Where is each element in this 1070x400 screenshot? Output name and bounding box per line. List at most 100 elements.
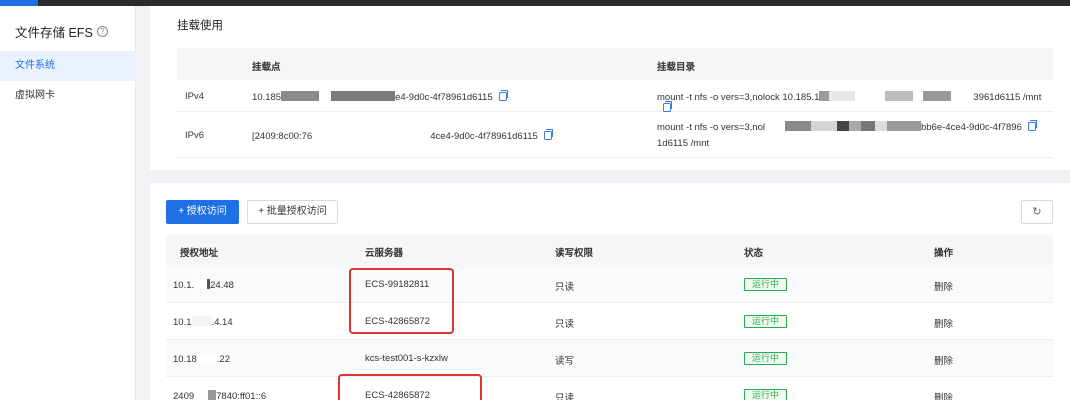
- server-link[interactable]: ECS-42865872: [365, 316, 430, 327]
- status-badge: 运行中: [744, 352, 788, 365]
- redaction-mask: [281, 91, 320, 101]
- redaction-mask: [312, 130, 431, 140]
- perm-value: 只读: [555, 393, 575, 400]
- auth-addr-prefix: 10.1.: [173, 280, 195, 291]
- mount-panel: 挂载使用 挂载点 挂载目录 IPv4 10.185 e4-9d0c-4f78961…: [150, 6, 1070, 170]
- redaction-mask: [951, 91, 974, 101]
- ip-type: IPv6: [185, 130, 205, 141]
- sidebar: 文件存储 EFS ? 文件系统 虚拟网卡: [0, 6, 136, 400]
- mount-point: 10.185 e4-9d0c-4f78961d6115: [252, 90, 508, 103]
- delete-link[interactable]: 删除: [934, 279, 953, 293]
- status-badge-text: 运行中: [744, 315, 788, 328]
- mount-point: [2409:8c00:76 4ce4-9d0c-4f78961d6115: [252, 129, 553, 142]
- table-row: 10.18 .22 kcs-test001-s-kzxlw 读写 运行中 删除: [166, 340, 1053, 377]
- copy-icon[interactable]: [663, 101, 672, 112]
- copy-icon[interactable]: [498, 90, 508, 101]
- redaction-mask: [319, 91, 332, 101]
- mount-dir-prefix: mount -t nfs -o vers=3,nolock 10.185.1: [657, 92, 820, 103]
- status-badge: 运行中: [744, 389, 788, 400]
- redaction-mask: [194, 390, 209, 400]
- auth-addr: 10.18 .22: [173, 353, 230, 365]
- redaction-mask: [885, 91, 914, 101]
- redaction-mask: [913, 91, 924, 101]
- auth-addr-prefix: 10.18: [173, 354, 197, 365]
- auth-addr-prefix: 10.1: [173, 317, 192, 328]
- auth-addr: 10.1. 24.48: [173, 279, 234, 291]
- redaction-mask: [836, 121, 849, 131]
- status-badge-text: 运行中: [744, 389, 788, 400]
- mount-dir-prefix: mount -t nfs -o vers=3,nol: [657, 122, 765, 133]
- perm-value: 只读: [555, 319, 575, 330]
- refresh-button[interactable]: ↻: [1021, 200, 1053, 224]
- header-status: 状态: [744, 248, 764, 259]
- mount-point-suffix: e4-9d0c-4f78961d6115: [395, 92, 493, 103]
- sidebar-item-label: 虚拟网卡: [15, 90, 55, 101]
- redaction-mask: [331, 91, 396, 101]
- auth-table-header: 授权地址 云服务器 读写权限 状态 操作: [166, 235, 1053, 266]
- mount-dir-suffix: bb6e-4ce4-9d0c-4f7896: [920, 122, 1022, 133]
- sidebar-item-file-system[interactable]: 文件系统: [0, 51, 136, 81]
- delete-link[interactable]: 删除: [934, 316, 953, 330]
- perm-value: 只读: [555, 282, 575, 293]
- auth-addr-suffix: 7840:ff01::6: [216, 391, 267, 400]
- header-perm: 读写权限: [555, 248, 594, 259]
- grant-access-button[interactable]: + 授权访问: [166, 200, 239, 224]
- mount-point-prefix: [2409:8c00:76: [252, 131, 313, 142]
- auth-addr: 10.1 .4.14: [173, 316, 233, 328]
- redaction-mask: [855, 91, 886, 101]
- mount-point-suffix: 4ce4-9d0c-4f78961d6115: [430, 131, 538, 142]
- mount-dir: mount -t nfs -o vers=3,nolock 10.185.1 39…: [657, 91, 1053, 114]
- redaction-mask: [829, 91, 856, 101]
- sidebar-item-virtual-nic[interactable]: 虚拟网卡: [0, 81, 136, 111]
- redaction-mask: [860, 121, 875, 131]
- redaction-mask: [764, 121, 785, 131]
- status-badge: 运行中: [744, 315, 788, 328]
- mount-row-ipv4: IPv4 10.185 e4-9d0c-4f78961d6115 mount -t…: [177, 80, 1053, 112]
- mount-dir-suffix: 3961d6115 /mnt: [973, 92, 1042, 103]
- copy-icon[interactable]: [543, 129, 553, 140]
- server-link[interactable]: ECS-42865872: [365, 390, 430, 400]
- help-icon[interactable]: ?: [96, 26, 108, 37]
- header-addr: 授权地址: [180, 248, 219, 259]
- redaction-mask: [191, 316, 212, 326]
- redaction-mask: [810, 121, 837, 131]
- redaction-mask: [886, 121, 921, 131]
- mount-row-ipv6: IPv6 [2409:8c00:76 4ce4-9d0c-4f78961d6115…: [177, 112, 1053, 158]
- section-title: 挂载使用: [177, 20, 223, 32]
- redaction-mask: [923, 91, 952, 101]
- auth-panel: + 授权访问 + 批量授权访问 ↻ 授权地址 云服务器 读写权限 状态 操作 1…: [150, 183, 1070, 400]
- server-link[interactable]: kcs-test001-s-kzxlw: [365, 353, 448, 364]
- refresh-icon: ↻: [1032, 206, 1042, 218]
- server-link[interactable]: ECS-99182811: [365, 279, 429, 290]
- status-badge-text: 运行中: [744, 278, 788, 291]
- ip-type: IPv4: [185, 91, 205, 102]
- header-server: 云服务器: [365, 248, 404, 259]
- table-row: 10.1 .4.14 ECS-42865872 只读 运行中 删除: [166, 303, 1053, 340]
- mount-table-header: 挂载点 挂载目录: [177, 48, 1053, 80]
- table-row: 2409 7840:ff01::6 ECS-42865872 只读 运行中 删除: [166, 377, 1053, 400]
- perm-value: 读写: [555, 356, 575, 367]
- header-mount-dir: 挂载目录: [657, 62, 696, 73]
- redaction-mask: [784, 121, 811, 131]
- copy-icon[interactable]: [1027, 120, 1037, 131]
- sidebar-item-label: 文件系统: [15, 60, 55, 71]
- header-action: 操作: [934, 248, 954, 259]
- auth-addr: 2409 7840:ff01::6: [173, 390, 266, 400]
- redaction-mask: [874, 121, 887, 131]
- status-badge: 运行中: [744, 278, 788, 291]
- mount-point-prefix: 10.185: [252, 92, 282, 103]
- header-mount-point: 挂载点: [252, 62, 281, 73]
- mount-dir-line2: 1d6115 /mnt: [657, 138, 710, 149]
- auth-addr-suffix: .4.14: [211, 317, 233, 328]
- sidebar-title-text: 文件存储 EFS: [15, 26, 93, 40]
- table-row: 10.1. 24.48 ECS-99182811 只读 运行中 删除: [166, 266, 1053, 303]
- redaction-mask: [194, 279, 208, 289]
- batch-grant-access-button[interactable]: + 批量授权访问: [247, 200, 338, 224]
- auth-addr-suffix: .22: [216, 354, 230, 365]
- sidebar-title: 文件存储 EFS ?: [15, 22, 108, 41]
- status-badge-text: 运行中: [744, 352, 788, 365]
- delete-link[interactable]: 删除: [934, 353, 953, 367]
- redaction-mask: [819, 91, 830, 101]
- delete-link[interactable]: 删除: [934, 390, 953, 400]
- auth-addr-prefix: 2409: [173, 391, 195, 400]
